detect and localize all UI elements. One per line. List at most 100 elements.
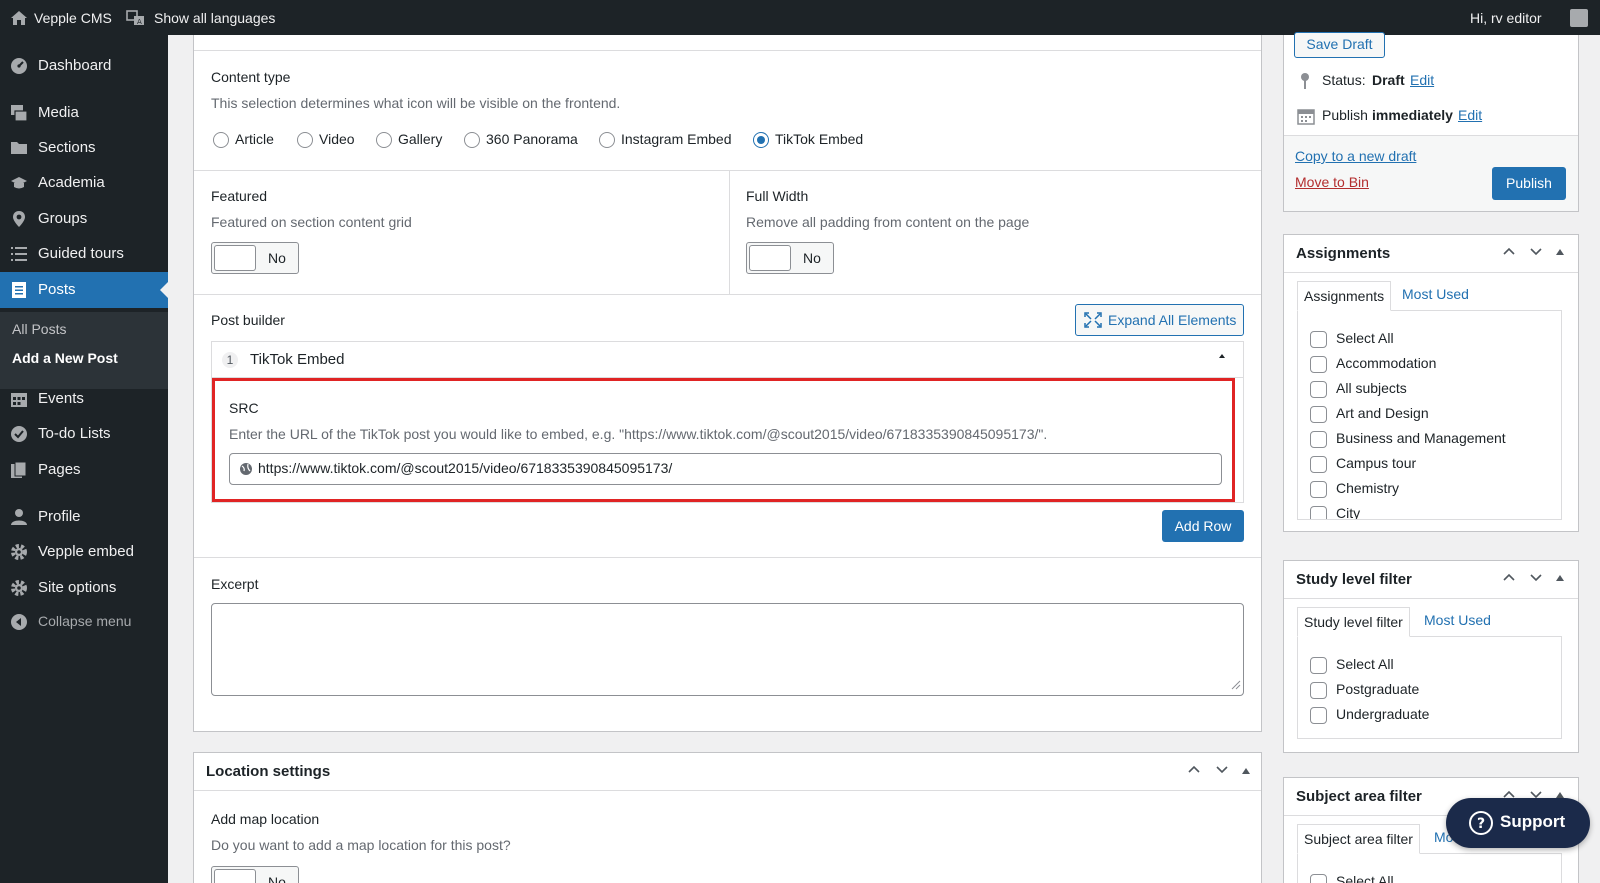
toggle-label: No <box>803 250 821 266</box>
collapse-menu-button[interactable]: Collapse menu <box>0 604 168 640</box>
sidebar-item-profile[interactable]: Profile <box>0 499 168 535</box>
checkbox[interactable] <box>1310 381 1327 398</box>
checkbox[interactable] <box>1310 456 1327 473</box>
sidebar-item-label: Media <box>38 104 79 121</box>
checkbox[interactable] <box>1310 356 1327 373</box>
sidebar-item-media[interactable]: Media <box>0 95 168 131</box>
checkbox[interactable] <box>1310 481 1327 498</box>
sidebar-item-label: Vepple embed <box>38 543 134 560</box>
sidebar-item-groups[interactable]: Groups <box>0 201 168 237</box>
translate-icon[interactable]: A <box>126 0 146 35</box>
site-name-link[interactable]: Vepple CMS <box>34 0 112 35</box>
sidebar-item-dashboard[interactable]: Dashboard <box>0 48 168 84</box>
move-down-icon[interactable] <box>1529 570 1543 587</box>
tab-assignments[interactable]: Assignments <box>1297 281 1392 311</box>
collapse-triangle-icon[interactable] <box>1219 354 1225 358</box>
dashboard-icon <box>10 57 28 75</box>
assignments-box: Assignments Select All Accommodation All… <box>1283 234 1579 532</box>
divider <box>194 50 1261 51</box>
active-pointer <box>160 282 168 298</box>
toggle-panel-icon[interactable] <box>1556 575 1564 581</box>
publish-button[interactable]: Publish <box>1492 167 1566 200</box>
radio-circle[interactable] <box>599 132 615 148</box>
move-up-icon[interactable] <box>1502 570 1516 587</box>
expand-all-elements-button[interactable]: Expand All Elements <box>1075 304 1244 336</box>
publish-timing: immediately <box>1372 107 1453 123</box>
src-url-input[interactable]: https://www.tiktok.com/@scout2015/video/… <box>229 453 1222 485</box>
full-width-toggle[interactable]: No <box>746 242 834 274</box>
sidebar-item-vepple-embed[interactable]: Vepple embed <box>0 534 168 570</box>
checkbox[interactable] <box>1310 406 1327 423</box>
sidebar-item-sections[interactable]: Sections <box>0 130 168 166</box>
move-down-icon[interactable] <box>1529 244 1543 261</box>
builder-row-header[interactable]: 1 TikTok Embed <box>212 342 1243 378</box>
tab-most-used[interactable]: Most Used <box>1424 612 1491 628</box>
radio-circle[interactable] <box>213 132 229 148</box>
document-icon <box>10 281 28 299</box>
tab-study-level-filter[interactable]: Study level filter <box>1297 607 1410 637</box>
sidebar-item-site-options[interactable]: Site options <box>0 570 168 606</box>
assignments-title: Assignments <box>1296 245 1391 262</box>
checkbox[interactable] <box>1310 431 1327 448</box>
sidebar-item-label: Collapse menu <box>38 613 132 629</box>
move-up-icon[interactable] <box>1187 762 1201 779</box>
graduation-cap-icon <box>10 174 28 192</box>
status-label: Status: <box>1322 72 1366 88</box>
radio-label: 360 Panorama <box>486 131 578 147</box>
move-down-icon[interactable] <box>1215 762 1229 779</box>
calendar-icon <box>1297 107 1315 128</box>
tab-most-used[interactable]: Most Used <box>1402 286 1469 302</box>
radio-circle[interactable] <box>376 132 392 148</box>
checkbox[interactable] <box>1310 506 1327 519</box>
checkbox-label: Select All <box>1336 656 1394 672</box>
edit-status-link[interactable]: Edit <box>1410 72 1434 88</box>
svg-text:A: A <box>137 18 142 26</box>
sidebar-item-posts[interactable]: Posts <box>0 272 168 308</box>
toggle-panel-icon[interactable] <box>1556 249 1564 255</box>
avatar[interactable] <box>1570 0 1588 35</box>
radio-circle[interactable] <box>753 132 769 148</box>
move-to-bin-link[interactable]: Move to Bin <box>1295 174 1369 190</box>
checkbox[interactable] <box>1310 331 1327 348</box>
checkbox[interactable] <box>1310 707 1327 724</box>
sidebar-item-pages[interactable]: Pages <box>0 452 168 488</box>
excerpt-textarea[interactable] <box>211 603 1244 696</box>
resize-handle-icon[interactable] <box>1231 677 1241 693</box>
toggle-panel-icon[interactable] <box>1242 768 1250 774</box>
divider <box>729 170 730 294</box>
checkbox[interactable] <box>1310 657 1327 674</box>
publish-actions: Copy to a new draft Move to Bin Publish <box>1284 135 1578 211</box>
map-location-toggle[interactable]: No <box>211 866 299 883</box>
full-width-label: Full Width <box>746 188 809 204</box>
move-up-icon[interactable] <box>1502 244 1516 261</box>
save-draft-button[interactable]: Save Draft <box>1294 32 1385 58</box>
home-icon[interactable] <box>10 0 28 35</box>
subject-area-checklist: Select All <box>1297 853 1562 883</box>
edit-publish-time-link[interactable]: Edit <box>1458 107 1482 123</box>
location-pin-icon <box>10 210 28 228</box>
sidebar-item-academia[interactable]: Academia <box>0 165 168 201</box>
radio-label: Instagram Embed <box>621 131 732 147</box>
checkbox-label: Campus tour <box>1336 455 1417 471</box>
sidebar-item-guided-tours[interactable]: Guided tours <box>0 236 168 272</box>
admin-bar: Vepple CMS A Show all languages Hi, rv e… <box>0 0 1600 35</box>
checkbox[interactable] <box>1310 682 1327 699</box>
support-button[interactable]: ? Support <box>1446 798 1590 848</box>
tab-subject-area-filter[interactable]: Subject area filter <box>1297 824 1420 854</box>
submenu-all-posts[interactable]: All Posts <box>12 321 66 337</box>
submenu-add-new-post[interactable]: Add a New Post <box>12 350 118 366</box>
add-row-button[interactable]: Add Row <box>1162 510 1244 542</box>
radio-circle[interactable] <box>297 132 313 148</box>
radio-circle[interactable] <box>464 132 480 148</box>
checkbox[interactable] <box>1310 874 1327 883</box>
study-level-title: Study level filter <box>1296 571 1412 588</box>
show-all-languages-link[interactable]: Show all languages <box>154 0 275 35</box>
sidebar-item-todo-lists[interactable]: To-do Lists <box>0 416 168 452</box>
gear-icon <box>10 543 28 561</box>
featured-toggle[interactable]: No <box>211 242 299 274</box>
row-title: TikTok Embed <box>250 351 345 368</box>
user-greeting[interactable]: Hi, rv editor <box>1470 0 1542 35</box>
sidebar-item-label: Academia <box>38 174 105 191</box>
sidebar-item-events[interactable]: Events <box>0 381 168 417</box>
copy-to-new-draft-link[interactable]: Copy to a new draft <box>1295 148 1416 164</box>
